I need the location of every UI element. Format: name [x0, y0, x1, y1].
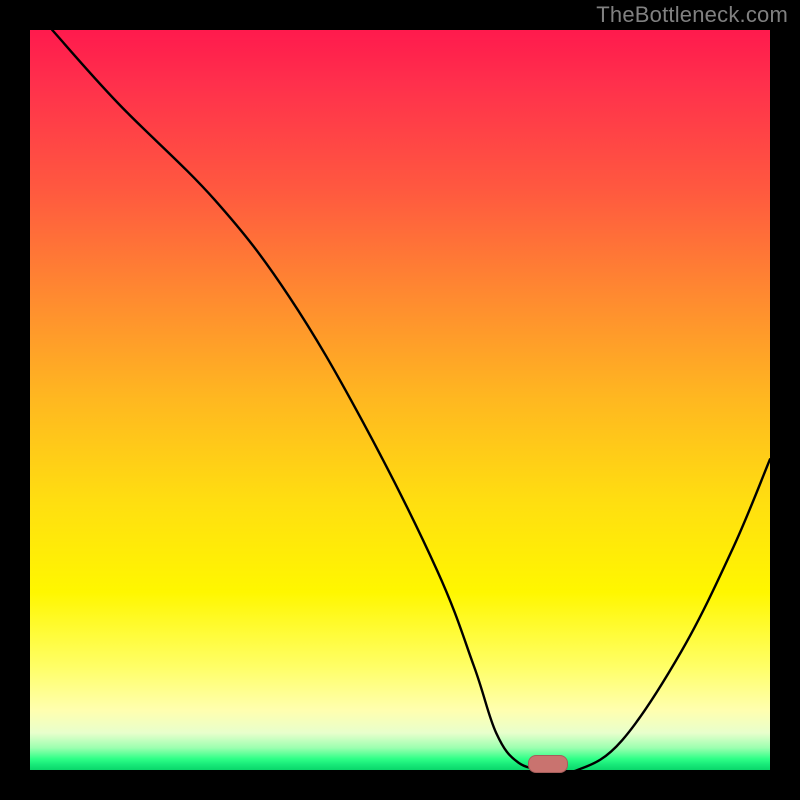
chart-frame: TheBottleneck.com [0, 0, 800, 800]
watermark-text: TheBottleneck.com [596, 2, 788, 28]
plot-area [30, 30, 770, 770]
bottleneck-curve [30, 30, 770, 770]
optimal-point-marker [528, 755, 568, 773]
